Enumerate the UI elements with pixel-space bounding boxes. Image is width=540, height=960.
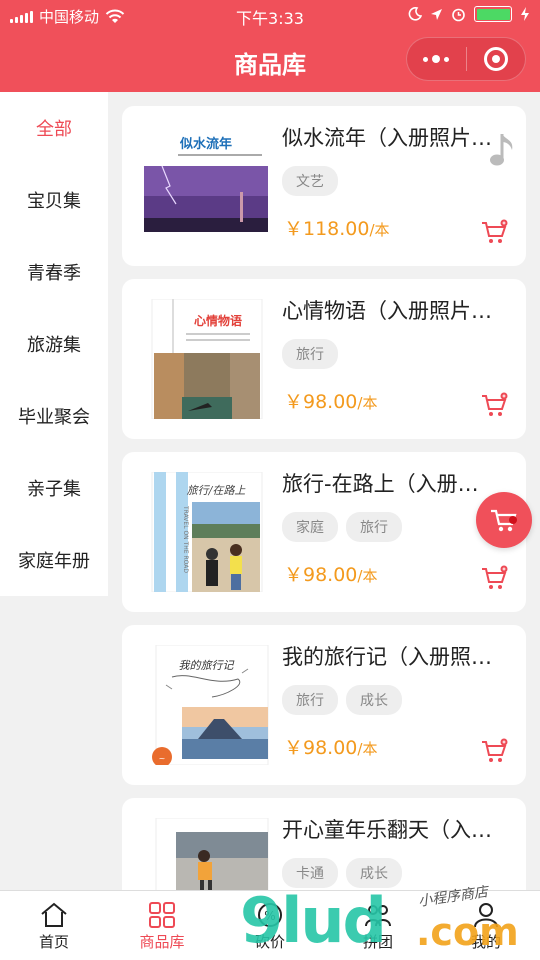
category-sidebar: 全部 宝贝集 青春季 旅游集 毕业聚会 亲子集 家庭年册 — [0, 92, 108, 596]
product-tags: 文艺 — [282, 166, 338, 196]
product-name: 开心童年乐翻天（入… — [282, 818, 492, 842]
add-to-cart-icon[interactable] — [480, 391, 508, 419]
tab-label: 砍价 — [254, 933, 285, 951]
target-icon — [483, 47, 508, 71]
product-name: 我的旅行记（入册照… — [282, 645, 492, 669]
product-thumbnail: 我的旅行记 ~ — [142, 644, 270, 767]
close-miniprogram-button[interactable] — [466, 37, 525, 81]
product-tag: 成长 — [346, 858, 402, 888]
price-value: ￥118.00 — [284, 218, 370, 240]
product-tags: 旅行 — [282, 339, 338, 369]
home-icon — [41, 902, 67, 927]
tab-mine[interactable]: 我的 — [432, 891, 540, 960]
sidebar-item-travel[interactable]: 旅游集 — [0, 308, 108, 380]
cart-icon — [491, 509, 517, 532]
product-card[interactable]: 似水流年 似水流年（入册照片… 文艺 ￥118.00/本 — [122, 106, 526, 266]
product-tag: 家庭 — [282, 512, 338, 542]
price-value: ￥98.00 — [284, 391, 358, 413]
product-tags: 家庭 旅行 — [282, 512, 402, 542]
music-note-icon[interactable] — [488, 130, 520, 170]
price-unit: /本 — [369, 221, 390, 239]
price-unit: /本 — [357, 394, 378, 412]
tab-home[interactable]: 首页 — [0, 891, 108, 960]
cover-title: 旅行/在路上 — [187, 484, 247, 497]
battery-icon — [474, 6, 512, 22]
product-price: ￥98.00/本 — [284, 560, 377, 587]
product-price: ￥98.00/本 — [284, 387, 377, 414]
sidebar-item-youth[interactable]: 青春季 — [0, 236, 108, 308]
product-tag: 旅行 — [346, 512, 402, 542]
tab-group-buy[interactable]: 拼团 — [324, 891, 432, 960]
tab-label: 商品库 — [139, 933, 185, 951]
price-unit: /本 — [357, 567, 378, 585]
product-price: ￥98.00/本 — [284, 733, 377, 760]
tab-bargain[interactable]: % 砍价 — [216, 891, 324, 960]
product-thumbnail: 心情物语 — [142, 298, 270, 420]
mini-program-capsule — [406, 37, 526, 81]
svg-text:~: ~ — [159, 754, 166, 763]
tab-label: 首页 — [38, 933, 69, 951]
price-value: ￥98.00 — [284, 564, 358, 586]
tab-label: 拼团 — [362, 933, 393, 951]
tab-label: 我的 — [470, 933, 501, 951]
product-price: ￥118.00/本 — [284, 214, 390, 241]
cover-side-text: TRAVEL ON THE ROAD — [182, 505, 189, 573]
location-icon — [431, 8, 442, 20]
user-icon — [474, 903, 498, 928]
floating-cart-button[interactable] — [476, 492, 532, 548]
product-tags: 旅行 成长 — [282, 685, 402, 715]
sidebar-item-family-kids[interactable]: 亲子集 — [0, 452, 108, 524]
price-value: ￥98.00 — [284, 737, 358, 759]
product-thumbnail: 旅行/在路上 TRAVEL ON THE ROAD — [142, 471, 270, 593]
add-to-cart-icon[interactable] — [480, 218, 508, 246]
more-icon — [423, 55, 450, 63]
moon-icon — [408, 7, 422, 21]
cover-title: 心情物语 — [194, 313, 242, 328]
product-thumbnail: 似水流年 — [142, 126, 270, 246]
product-name: 似水流年（入册照片… — [282, 126, 492, 150]
alarm-icon — [452, 8, 465, 21]
price-unit: /本 — [357, 740, 378, 758]
product-tag: 文艺 — [282, 166, 338, 196]
tab-bar: 首页 商品库 % 砍价 拼团 我的 — [0, 890, 540, 960]
sidebar-item-all[interactable]: 全部 — [0, 92, 108, 164]
product-card[interactable]: 心情物语 心情物语（入册照片… 旅行 ￥98.00/本 — [122, 279, 526, 439]
bargain-icon: % — [258, 903, 282, 927]
status-bar: 中国移动 下午3:33 — [0, 0, 540, 30]
product-name: 旅行-在路上（入册… — [282, 472, 479, 496]
nav-bar: 商品库 — [0, 30, 540, 92]
grid-icon — [149, 902, 175, 928]
add-to-cart-icon[interactable] — [480, 737, 508, 765]
product-tag: 旅行 — [282, 339, 338, 369]
status-right — [408, 6, 530, 22]
charging-icon — [521, 7, 529, 21]
sidebar-item-baby[interactable]: 宝贝集 — [0, 164, 108, 236]
sidebar-item-family-yearbook[interactable]: 家庭年册 — [0, 524, 108, 596]
product-card[interactable]: 我的旅行记 ~ 我的旅行记（入册照… 旅行 成长 ￥98.00/本 — [122, 625, 526, 785]
group-icon — [365, 905, 391, 927]
product-tag: 卡通 — [282, 858, 338, 888]
product-card[interactable]: 旅行/在路上 TRAVEL ON THE ROAD 旅行-在路上（入册… 家庭 … — [122, 452, 526, 612]
add-to-cart-icon[interactable] — [480, 564, 508, 592]
product-tag: 成长 — [346, 685, 402, 715]
product-tags: 卡通 成长 — [282, 858, 402, 888]
cover-title: 我的旅行记 — [179, 659, 235, 672]
cover-title: 似水流年 — [179, 136, 232, 152]
svg-text:%: % — [264, 909, 275, 923]
sidebar-item-graduation[interactable]: 毕业聚会 — [0, 380, 108, 452]
more-button[interactable] — [407, 37, 466, 81]
product-name: 心情物语（入册照片… — [282, 299, 492, 323]
product-tag: 旅行 — [282, 685, 338, 715]
tab-product-library[interactable]: 商品库 — [108, 891, 216, 960]
